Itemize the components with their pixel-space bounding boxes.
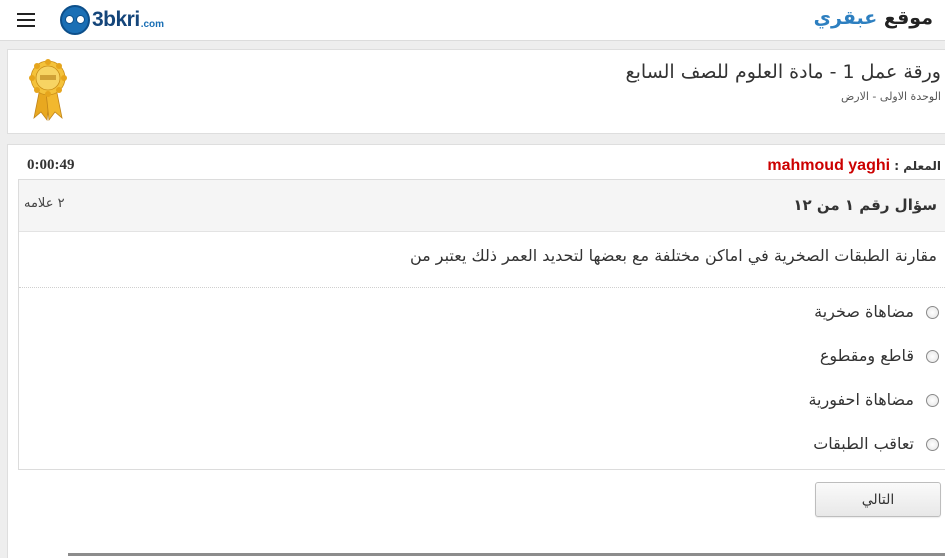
radio-button[interactable] bbox=[926, 306, 939, 319]
top-navbar: 3bkri .com موقع عبقري bbox=[0, 0, 945, 41]
logo-suffix: .com bbox=[140, 18, 165, 30]
question-number: سؤال رقم ١ من ١٢ bbox=[793, 196, 937, 214]
answer-options: مضاهاة صخرية قاطع ومقطوع مضاهاة احفورية … bbox=[339, 302, 939, 478]
question-text: مقارنة الطبقات الصخرية في اماكن مختلفة م… bbox=[409, 246, 937, 265]
quiz-timer: 0:00:49 bbox=[27, 157, 75, 173]
logo-text: 3bkri bbox=[92, 8, 140, 31]
answer-option-label: قاطع ومقطوع bbox=[819, 346, 914, 365]
teacher-name: mahmoud yaghi bbox=[767, 157, 891, 174]
answer-option-label: مضاهاة صخرية bbox=[814, 302, 914, 321]
next-button[interactable]: التالي bbox=[815, 482, 941, 517]
site-title-accent: عبقري bbox=[813, 7, 878, 29]
teacher-row: المعلم : mahmoud yaghi bbox=[767, 157, 941, 175]
answer-option-4[interactable]: تعاقب الطبقات bbox=[339, 434, 939, 478]
radio-button[interactable] bbox=[926, 350, 939, 363]
question-panel: سؤال رقم ١ من ١٢ ٢ علامه مقارنة الطبقات … bbox=[18, 179, 945, 470]
question-marks: ٢ علامه bbox=[24, 196, 65, 211]
answer-option-2[interactable]: قاطع ومقطوع bbox=[339, 346, 939, 390]
award-medal-icon bbox=[29, 59, 67, 122]
site-title-prefix: موقع bbox=[883, 7, 933, 29]
answer-option-3[interactable]: مضاهاة احفورية bbox=[339, 390, 939, 434]
radio-button[interactable] bbox=[926, 438, 939, 451]
answer-option-label: مضاهاة احفورية bbox=[808, 390, 914, 409]
owl-logo-icon bbox=[60, 5, 90, 35]
quiz-card: المعلم : mahmoud yaghi 0:00:49 سؤال رقم … bbox=[7, 144, 945, 558]
site-logo[interactable]: 3bkri .com bbox=[60, 3, 164, 37]
radio-button[interactable] bbox=[926, 394, 939, 407]
bottom-scrollbar[interactable] bbox=[68, 553, 945, 556]
worksheet-subtitle: الوحدة الاولى - الارض bbox=[841, 90, 941, 103]
answer-option-label: تعاقب الطبقات bbox=[813, 434, 914, 453]
answer-option-1[interactable]: مضاهاة صخرية bbox=[339, 302, 939, 346]
hamburger-menu-icon[interactable] bbox=[17, 9, 35, 29]
teacher-label: المعلم : bbox=[894, 159, 941, 173]
site-title[interactable]: موقع عبقري bbox=[814, 7, 933, 29]
worksheet-header-card: ورقة عمل 1 - مادة العلوم للصف السابع الو… bbox=[7, 49, 945, 134]
worksheet-title: ورقة عمل 1 - مادة العلوم للصف السابع bbox=[625, 61, 942, 83]
question-divider bbox=[19, 287, 945, 288]
question-header: سؤال رقم ١ من ١٢ ٢ علامه bbox=[19, 180, 945, 232]
